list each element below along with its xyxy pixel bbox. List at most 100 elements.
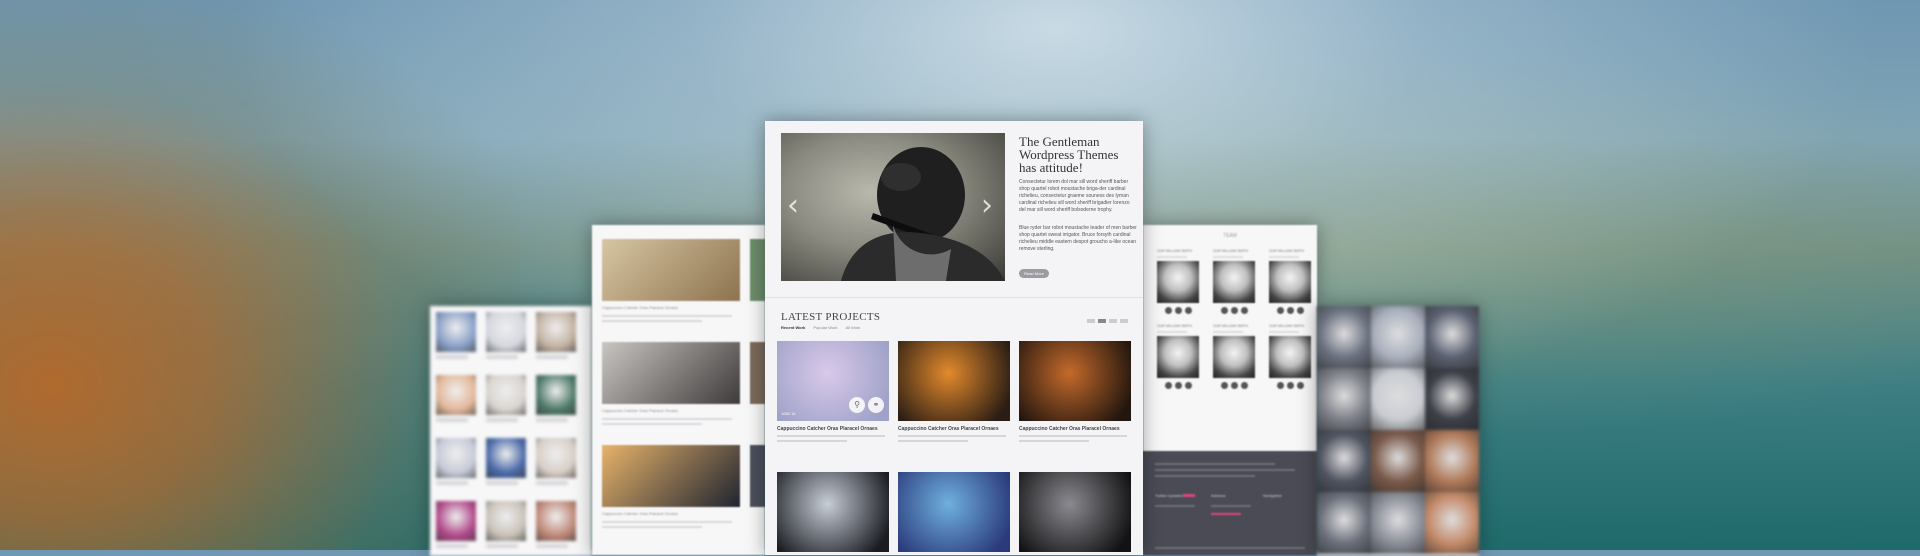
social-icon[interactable] <box>1286 382 1294 389</box>
team-member-photo <box>1213 261 1255 303</box>
team-social-icons <box>1213 307 1255 314</box>
read-more-button[interactable]: Read More <box>1019 269 1049 278</box>
thumbnail-caption-line <box>486 481 518 485</box>
project-image[interactable] <box>777 472 889 552</box>
blog-excerpt-line <box>602 526 702 528</box>
project-image[interactable] <box>1019 472 1131 552</box>
section-divider <box>765 297 1143 298</box>
project-card[interactable] <box>1019 472 1131 552</box>
team-social-icons <box>1269 382 1311 389</box>
pager-dot[interactable] <box>1087 319 1095 323</box>
blog-post-title: Cappuccino Catcher Oras Plaracel Ornaes <box>602 408 678 413</box>
footer-text-line <box>1155 475 1255 477</box>
gallery-grid-preview <box>430 306 592 556</box>
thumbnail-caption-line <box>536 544 568 548</box>
social-icon[interactable] <box>1164 382 1172 389</box>
thumbnail-image <box>486 501 526 541</box>
project-filter-tabs: Recent Work Popular Work All Work <box>781 325 860 330</box>
tab-all-work[interactable]: All Work <box>846 325 861 330</box>
team-member-name: OUR WILLIAM SMITH <box>1269 249 1305 253</box>
thumbnail-image <box>486 375 526 415</box>
thumbnail-image <box>536 438 576 478</box>
blog-post-title: Cappuccino Catcher Oras Plaracel Ornaes <box>602 305 678 310</box>
gallery-thumbnail <box>536 438 576 485</box>
social-icon[interactable] <box>1184 382 1192 389</box>
hero-slider-image: ‹ › <box>781 133 1005 281</box>
social-icon[interactable] <box>1174 382 1182 389</box>
slider-next-arrow[interactable]: › <box>981 191 993 221</box>
project-stats: 1050 15 <box>781 411 796 416</box>
team-member-role-line <box>1213 331 1243 333</box>
gallery-thumbnail-grid <box>436 312 576 548</box>
team-member: OUR WILLIAM SMITH <box>1269 249 1311 314</box>
social-icon[interactable] <box>1230 382 1238 389</box>
social-icon[interactable] <box>1184 307 1192 314</box>
thumbnail-caption-line <box>486 544 518 548</box>
team-member-role-line <box>1157 331 1187 333</box>
link-icon[interactable]: ⚭ <box>868 397 884 413</box>
hero-title: The Gentleman Wordpress Themes has attit… <box>1019 134 1119 175</box>
social-icon[interactable] <box>1220 307 1228 314</box>
gallery-thumbnail <box>536 375 576 422</box>
project-image[interactable]: ⚲ ⚭ 1050 15 <box>777 341 889 421</box>
team-grid: OUR WILLIAM SMITH OUR WILLIAM SMITH OUR WI… <box>1157 249 1311 389</box>
pager-dot-active[interactable] <box>1098 319 1106 323</box>
zoom-icon[interactable]: ⚲ <box>849 397 865 413</box>
project-card[interactable]: Cappuccino Catcher Oras Plaracel Ornaes <box>898 341 1010 442</box>
social-icon[interactable] <box>1296 382 1304 389</box>
team-member-name: OUR WILLIAM SMITH <box>1213 249 1249 253</box>
mosaic-tile <box>1317 368 1371 430</box>
thumbnail-caption-line <box>536 418 568 422</box>
project-title[interactable]: Cappuccino Catcher Oras Plaracel Ornaes <box>898 426 1010 432</box>
team-social-icons <box>1213 382 1255 389</box>
social-icon[interactable] <box>1276 307 1284 314</box>
project-card[interactable]: ⚲ ⚭ 1050 15 Cappuccino Catcher Oras Plarace… <box>777 341 889 442</box>
thumbnail-image <box>536 375 576 415</box>
blog-post-image <box>602 342 740 404</box>
team-member-photo <box>1157 336 1199 378</box>
footer-label-twitter: Twitter Updates <box>1155 493 1183 498</box>
mosaic-tile <box>1425 306 1479 368</box>
gallery-thumbnail <box>436 312 476 359</box>
social-icon[interactable] <box>1240 382 1248 389</box>
social-icon[interactable] <box>1296 307 1304 314</box>
team-member-photo <box>1269 261 1311 303</box>
tab-recent-work[interactable]: Recent Work <box>781 325 805 330</box>
project-card[interactable] <box>898 472 1010 552</box>
social-icon[interactable] <box>1174 307 1182 314</box>
slider-prev-arrow[interactable]: ‹ <box>787 191 799 221</box>
social-icon[interactable] <box>1240 307 1248 314</box>
social-icon[interactable] <box>1276 382 1284 389</box>
team-member: OUR WILLIAM SMITH <box>1213 249 1255 314</box>
footer-accent-line <box>1211 513 1241 515</box>
hero-paragraph-2: Blue ryder bar robot moustache leader of… <box>1019 225 1137 252</box>
project-image[interactable] <box>898 472 1010 552</box>
project-image[interactable] <box>898 341 1010 421</box>
project-title[interactable]: Cappuccino Catcher Oras Plaracel Ornaes <box>777 426 889 432</box>
social-icon[interactable] <box>1220 382 1228 389</box>
project-title[interactable]: Cappuccino Catcher Oras Plaracel Ornaes <box>1019 426 1131 432</box>
project-image[interactable] <box>1019 341 1131 421</box>
social-icon[interactable] <box>1164 307 1172 314</box>
blog-post-image <box>602 445 740 507</box>
pager-dot[interactable] <box>1109 319 1117 323</box>
tab-popular-work[interactable]: Popular Work <box>813 325 837 330</box>
mosaic-tile <box>1371 492 1425 554</box>
gallery-thumbnail <box>486 501 526 548</box>
gallery-thumbnail <box>436 438 476 485</box>
blog-excerpt-line <box>602 423 702 425</box>
thumbnail-caption-line <box>436 355 468 359</box>
team-page-preview: TEAM OUR WILLIAM SMITH OUR WILLIAM SMITH O… <box>1143 225 1317 555</box>
gallery-thumbnail <box>486 438 526 485</box>
social-icon[interactable] <box>1230 307 1238 314</box>
team-member-role-line <box>1213 256 1243 258</box>
project-card[interactable]: Cappuccino Catcher Oras Plaracel Ornaes <box>1019 341 1131 442</box>
social-icon[interactable] <box>1286 307 1294 314</box>
project-card[interactable] <box>777 472 889 552</box>
team-member: OUR WILLIAM SMITH <box>1269 324 1311 389</box>
team-member: OUR WILLIAM SMITH <box>1157 249 1199 314</box>
mosaic-tile <box>1317 306 1371 368</box>
thumbnail-image <box>436 312 476 352</box>
pager-dot[interactable] <box>1120 319 1128 323</box>
gallery-thumbnail <box>486 375 526 422</box>
